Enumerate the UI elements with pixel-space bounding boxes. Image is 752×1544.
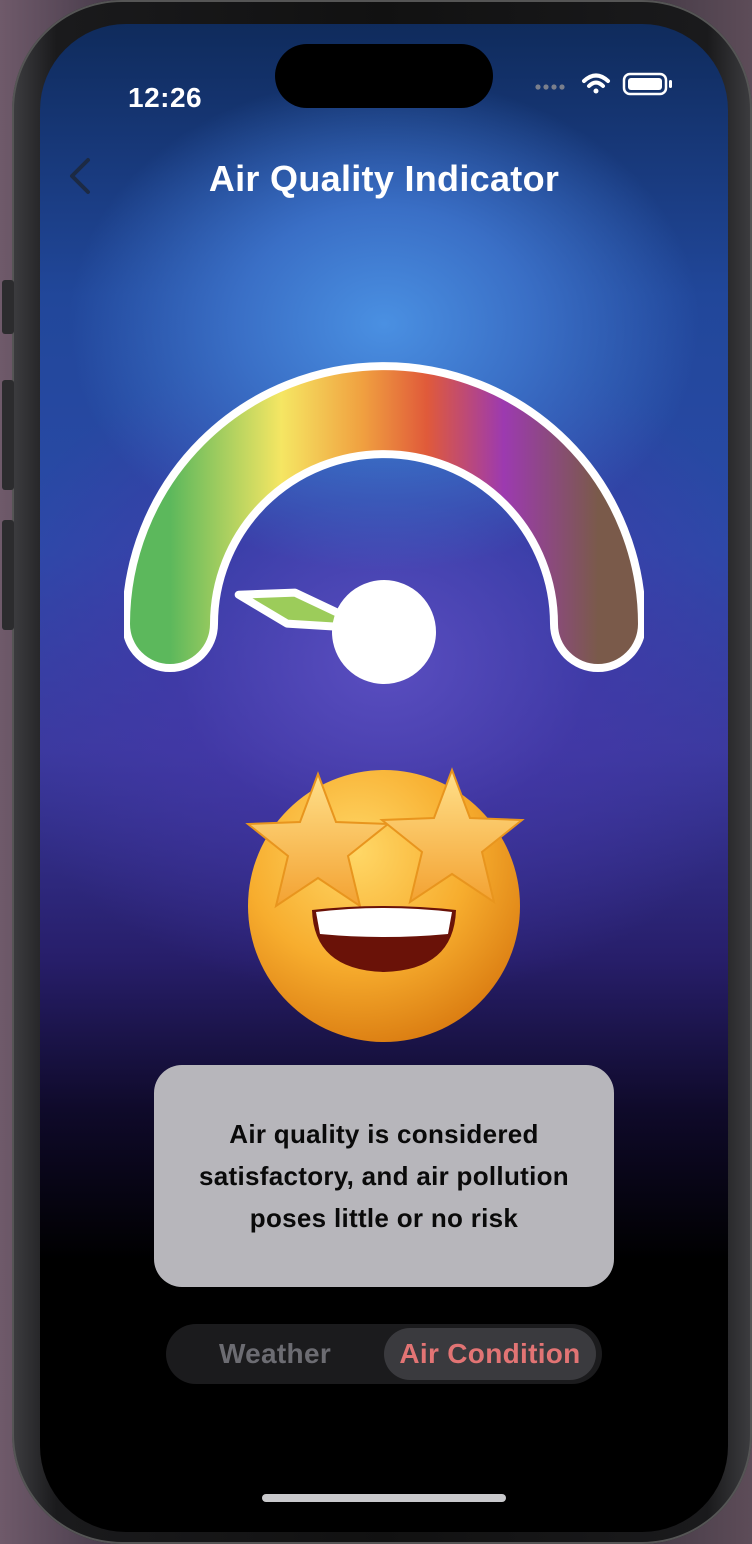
emoji-teeth [316, 908, 452, 937]
air-quality-message-card: Air quality is considered satisfactory, … [154, 1065, 614, 1287]
tab-weather[interactable]: Weather [180, 1328, 370, 1380]
air-quality-message: Air quality is considered satisfactory, … [199, 1119, 569, 1233]
tab-switcher: Weather Air Condition [166, 1324, 602, 1384]
dynamic-island [275, 44, 493, 108]
gauge-needle [234, 588, 347, 631]
silent-switch [2, 280, 14, 334]
cellular-dots-icon [535, 84, 565, 90]
tab-air-condition[interactable]: Air Condition [384, 1328, 596, 1380]
status-time: 12:26 [128, 82, 203, 113]
volume-up-button [2, 380, 14, 490]
air-quality-gauge [124, 362, 644, 684]
gauge-hub [332, 580, 436, 684]
app-screen: 12:26 Air Quality Indicator Air quality … [40, 24, 728, 1532]
wifi-icon [582, 73, 610, 94]
status-icons [535, 72, 672, 96]
volume-down-button [2, 520, 14, 630]
page-title: Air Quality Indicator [208, 158, 560, 199]
home-indicator[interactable] [262, 1494, 506, 1502]
star-struck-emoji-icon [245, 767, 525, 1042]
battery-icon [622, 72, 672, 96]
